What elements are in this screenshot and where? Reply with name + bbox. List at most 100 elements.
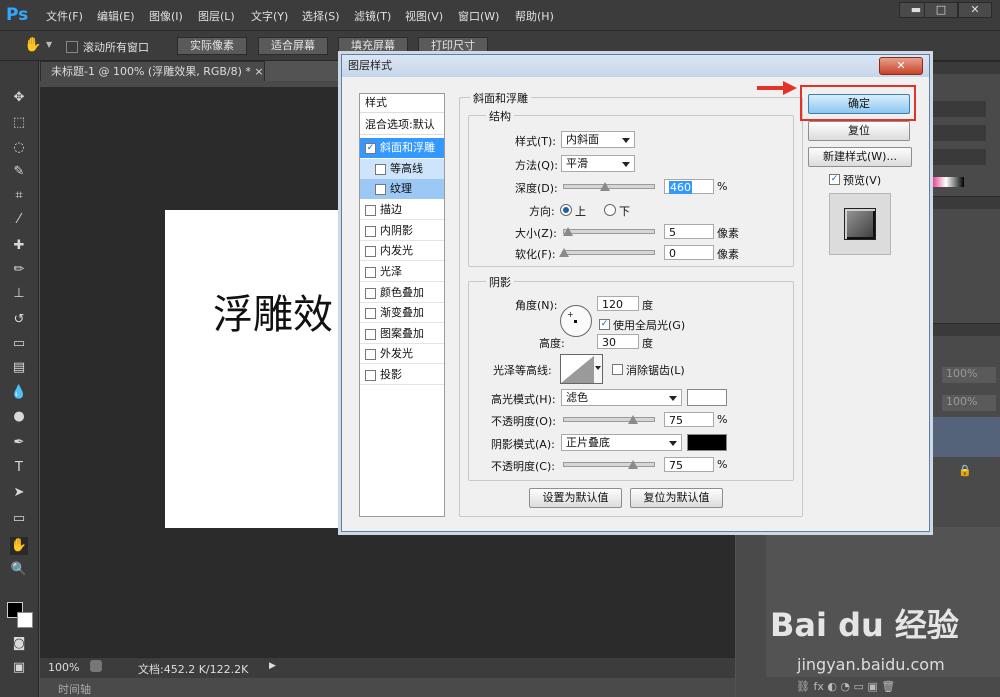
scroll-all-checkbox[interactable] [66,40,78,53]
satin-checkbox[interactable] [365,266,376,278]
contour-checkbox[interactable] [375,163,386,175]
close-window-button[interactable]: ✕ [958,2,992,18]
make-default-button[interactable]: 设置为默认值 [529,488,622,508]
panel-field[interactable] [926,101,986,117]
sidebar-item-texture[interactable]: 纹理 [360,179,444,199]
antialias-checkbox[interactable] [612,364,623,375]
eyedropper-tool-icon[interactable]: ⁄ [10,211,28,229]
shadow-opacity-slider[interactable] [563,462,655,467]
fit-screen-button[interactable]: 适合屏幕 [258,37,328,55]
menu-view[interactable]: 视图(V) [405,8,443,24]
maximize-button[interactable]: □ [924,2,958,18]
color-overlay-checkbox[interactable] [365,287,376,299]
gloss-contour-dropdown[interactable] [594,354,603,384]
style-select[interactable]: 内斜面 [561,131,635,148]
menu-image[interactable]: 图像(I) [149,8,183,24]
gradient-tool-icon[interactable]: ▤ [10,359,28,377]
sidebar-item-color-overlay[interactable]: 颜色叠加 [360,283,444,303]
quick-select-tool-icon[interactable]: ✎ [10,163,28,181]
status-icon[interactable] [90,660,102,672]
panel-field[interactable] [926,149,986,165]
sidebar-item-outer-glow[interactable]: 外发光 [360,344,444,364]
timeline-label[interactable]: 时间轴 [58,681,91,697]
menu-file[interactable]: 文件(F) [46,8,83,24]
healing-tool-icon[interactable]: ✚ [10,237,28,255]
fill-screen-button[interactable]: 填充屏幕 [338,37,408,55]
shadow-color-swatch[interactable] [687,434,727,451]
inner-shadow-checkbox[interactable] [365,225,376,237]
dialog-titlebar[interactable]: 图层样式 [342,55,929,77]
document-tab[interactable]: 未标题-1 @ 100% (浮雕效果, RGB/8) * × [40,61,265,81]
ok-button[interactable]: 确定 [808,94,910,114]
chevron-down-icon[interactable]: ▼ [46,40,52,49]
pattern-overlay-checkbox[interactable] [365,328,376,340]
print-size-button[interactable]: 打印尺寸 [418,37,488,55]
blending-options-item[interactable]: 混合选项:默认 [360,115,444,135]
sidebar-item-inner-shadow[interactable]: 内阴影 [360,221,444,241]
sidebar-item-contour[interactable]: 等高线 [360,159,444,179]
menu-type[interactable]: 文字(Y) [251,8,288,24]
opacity-field[interactable]: 100% [942,367,996,383]
color-ramp[interactable] [928,177,964,187]
angle-input[interactable]: 120 [597,296,639,311]
technique-select[interactable]: 平滑 [561,155,635,172]
texture-checkbox[interactable] [375,183,386,195]
sidebar-item-bevel-emboss[interactable]: ✓ 斜面和浮雕 [360,138,444,158]
fill-field[interactable]: 100% [942,395,996,411]
status-menu-arrow-icon[interactable]: ▶ [269,661,276,671]
zoom-tool-icon[interactable]: 🔍 [10,561,28,579]
soften-slider-thumb[interactable] [559,248,569,257]
shadow-opacity-thumb[interactable] [628,460,638,469]
bevel-emboss-checkbox[interactable]: ✓ [365,142,376,154]
sidebar-item-gradient-overlay[interactable]: 渐变叠加 [360,303,444,323]
stroke-checkbox[interactable] [365,204,376,216]
size-slider[interactable] [563,229,655,234]
highlight-mode-select[interactable]: 滤色 [561,389,682,406]
quick-mask-icon[interactable]: ◙ [10,635,28,653]
menu-filter[interactable]: 滤镜(T) [354,8,391,24]
depth-slider-thumb[interactable] [600,182,610,191]
zoom-level[interactable]: 100% [48,661,79,674]
menu-select[interactable]: 选择(S) [302,8,340,24]
path-select-tool-icon[interactable]: ➤ [10,484,28,502]
gradient-overlay-checkbox[interactable] [365,307,376,319]
menu-edit[interactable]: 编辑(E) [97,8,135,24]
stamp-tool-icon[interactable]: ⊥ [10,285,28,303]
screen-mode-icon[interactable]: ▣ [10,659,28,677]
reset-button[interactable]: 复位 [808,121,910,141]
hand-tool-icon[interactable]: ✋ [24,37,41,53]
direction-up-radio[interactable] [560,204,572,216]
outer-glow-checkbox[interactable] [365,348,376,360]
reset-default-button[interactable]: 复位为默认值 [630,488,723,508]
type-tool-icon[interactable]: T [10,459,28,477]
panel-field[interactable] [926,125,986,141]
brush-tool-icon[interactable]: ✏ [10,261,28,279]
gloss-contour-picker[interactable] [560,354,596,384]
size-input[interactable]: 5 [664,224,714,239]
drop-shadow-checkbox[interactable] [365,369,376,381]
history-brush-tool-icon[interactable]: ↺ [10,311,28,329]
direction-down-radio[interactable] [604,204,616,216]
background-color-swatch[interactable] [17,612,33,628]
marquee-tool-icon[interactable]: ⬚ [10,114,28,132]
soften-slider[interactable] [563,250,655,255]
shadow-opacity-input[interactable]: 75 [664,457,714,472]
soften-input[interactable]: 0 [664,245,714,260]
angle-dial[interactable]: + [560,305,592,337]
preview-checkbox[interactable]: ✓ [829,174,840,185]
shape-tool-icon[interactable]: ▭ [10,510,28,528]
hand-tool-icon[interactable]: ✋ [10,537,28,555]
highlight-opacity-slider[interactable] [563,417,655,422]
highlight-opacity-input[interactable]: 75 [664,412,714,427]
actual-pixels-button[interactable]: 实际像素 [177,37,247,55]
menu-layer[interactable]: 图层(L) [198,8,235,24]
lasso-tool-icon[interactable]: ◌ [10,139,28,157]
sidebar-item-pattern-overlay[interactable]: 图案叠加 [360,324,444,344]
menu-help[interactable]: 帮助(H) [515,8,554,24]
close-tab-icon[interactable]: × [254,65,263,78]
size-slider-thumb[interactable] [563,227,573,236]
document-canvas[interactable] [165,210,345,528]
inner-glow-checkbox[interactable] [365,245,376,257]
move-tool-icon[interactable]: ✥ [10,89,28,107]
sidebar-item-inner-glow[interactable]: 内发光 [360,241,444,261]
